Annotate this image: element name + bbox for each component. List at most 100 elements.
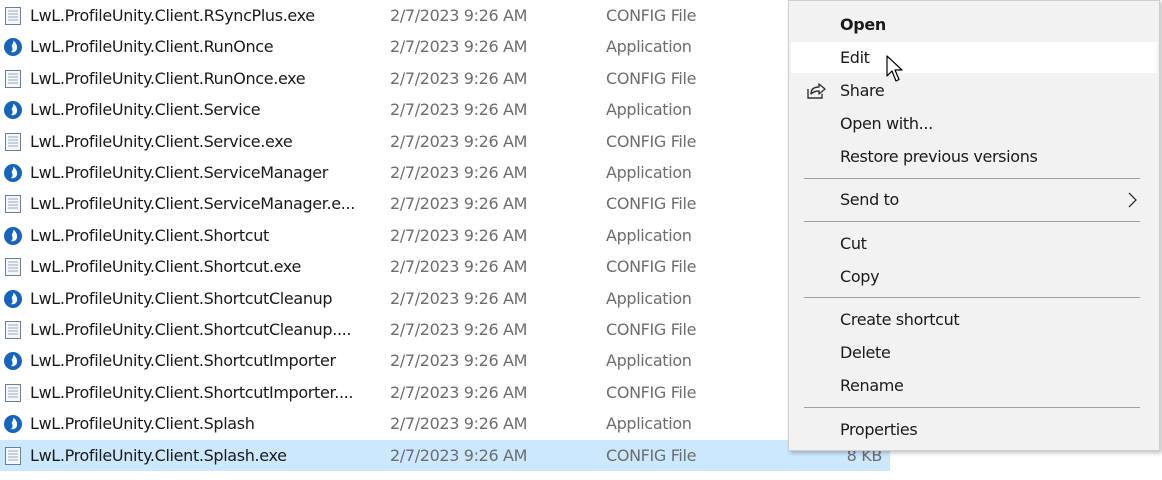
file-name: LwL.ProfileUnity.Client.Splash.exe: [30, 445, 287, 465]
file-date-modified: 2/7/2023 9:26 AM: [390, 131, 528, 151]
menu-item-send-to-label: Send to: [840, 190, 899, 209]
file-date-modified: 2/7/2023 9:26 AM: [390, 257, 528, 277]
file-type: CONFIG File: [606, 68, 697, 88]
file-name: LwL.ProfileUnity.Client.RunOnce: [30, 37, 274, 57]
menu-item-open-with[interactable]: Open with...: [791, 108, 1157, 139]
chevron-right-icon: [1128, 192, 1137, 208]
file-name: LwL.ProfileUnity.Client.ShortcutImporter: [30, 351, 336, 371]
file-type: Application: [606, 37, 692, 57]
menu-item-restore-previous-versions[interactable]: Restore previous versions: [791, 141, 1157, 172]
file-row[interactable]: LwL.ProfileUnity.Client.ServiceManager 2/…: [0, 157, 890, 188]
file-row[interactable]: LwL.ProfileUnity.Client.Splash 2/7/2023 9…: [0, 408, 890, 439]
menu-item-rename-label: Rename: [840, 376, 904, 395]
menu-separator: [804, 221, 1140, 222]
menu-item-create-shortcut[interactable]: Create shortcut: [791, 304, 1157, 335]
menu-separator: [804, 178, 1140, 179]
application-icon: [3, 414, 23, 434]
menu-item-open-with-label: Open with...: [840, 114, 933, 133]
file-name: LwL.ProfileUnity.Client.ServiceManager.e…: [30, 194, 355, 214]
file-row[interactable]: LwL.ProfileUnity.Client.ShortcutImporter…: [0, 345, 890, 376]
file-row[interactable]: LwL.ProfileUnity.Client.RunOnce.exe 2/7/2…: [0, 63, 890, 94]
menu-item-delete-label: Delete: [840, 343, 891, 362]
file-name: LwL.ProfileUnity.Client.Splash: [30, 414, 255, 434]
file-name: LwL.ProfileUnity.Client.ServiceManager: [30, 163, 328, 182]
config-file-icon: [3, 320, 23, 340]
file-row[interactable]: LwL.ProfileUnity.Client.Splash.exe 2/7/20…: [0, 439, 890, 471]
file-row[interactable]: LwL.ProfileUnity.Client.ShortcutImporter…: [0, 377, 890, 408]
file-row[interactable]: LwL.ProfileUnity.Client.ShortcutCleanup 2…: [0, 283, 890, 314]
menu-item-cut[interactable]: Cut: [791, 228, 1157, 259]
menu-item-rename[interactable]: Rename: [791, 370, 1157, 401]
application-icon: [3, 37, 23, 57]
menu-item-send-to[interactable]: Send to: [791, 184, 1157, 215]
menu-separator: [804, 297, 1140, 298]
file-row[interactable]: LwL.ProfileUnity.Client.RSyncPlus.exe 2/7…: [0, 0, 890, 31]
menu-item-copy-label: Copy: [840, 267, 880, 286]
menu-item-copy[interactable]: Copy: [791, 261, 1157, 292]
file-row[interactable]: LwL.ProfileUnity.Client.Service 2/7/2023 …: [0, 94, 890, 125]
menu-item-properties-label: Properties: [840, 420, 918, 439]
file-type: Application: [606, 288, 692, 308]
file-type: CONFIG File: [606, 131, 697, 151]
file-date-modified: 2/7/2023 9:26 AM: [390, 100, 528, 120]
file-name: LwL.ProfileUnity.Client.ShortcutCleanup.…: [30, 320, 352, 339]
share-icon: [807, 83, 826, 99]
application-icon: [3, 289, 23, 309]
menu-item-properties[interactable]: Properties: [791, 414, 1157, 445]
config-file-icon: [3, 446, 23, 466]
menu-item-edit-label: Edit: [840, 48, 870, 67]
file-name: LwL.ProfileUnity.Client.ShortcutCleanup: [30, 288, 333, 308]
file-date-modified: 2/7/2023 9:26 AM: [390, 163, 528, 182]
file-type: CONFIG File: [606, 6, 697, 25]
file-name: LwL.ProfileUnity.Client.Shortcut: [30, 225, 269, 245]
config-file-icon: [3, 194, 23, 214]
menu-item-share-label: Share: [840, 81, 885, 100]
file-date-modified: 2/7/2023 9:26 AM: [390, 6, 528, 25]
file-row[interactable]: LwL.ProfileUnity.Client.ShortcutCleanup.…: [0, 314, 890, 345]
menu-item-open-label: Open: [840, 15, 886, 34]
file-name: LwL.ProfileUnity.Client.Shortcut.exe: [30, 257, 302, 277]
file-date-modified: 2/7/2023 9:26 AM: [390, 414, 528, 434]
menu-item-cut-label: Cut: [840, 234, 867, 253]
menu-separator: [804, 407, 1140, 408]
file-type: CONFIG File: [606, 382, 697, 402]
file-row[interactable]: LwL.ProfileUnity.Client.Service.exe 2/7/2…: [0, 126, 890, 157]
file-row[interactable]: LwL.ProfileUnity.Client.Shortcut 2/7/2023…: [0, 220, 890, 251]
file-type: CONFIG File: [606, 445, 697, 465]
config-file-icon: [3, 257, 23, 277]
menu-item-edit[interactable]: Edit: [791, 42, 1157, 73]
file-date-modified: 2/7/2023 9:26 AM: [390, 194, 528, 214]
mouse-pointer-icon: [886, 55, 903, 82]
file-type: Application: [606, 163, 692, 182]
file-row[interactable]: LwL.ProfileUnity.Client.ServiceManager.e…: [0, 188, 890, 219]
file-type: CONFIG File: [606, 194, 697, 214]
file-row[interactable]: LwL.ProfileUnity.Client.Shortcut.exe 2/7/…: [0, 251, 890, 282]
file-type: CONFIG File: [606, 320, 697, 339]
file-date-modified: 2/7/2023 9:26 AM: [390, 225, 528, 245]
file-date-modified: 2/7/2023 9:26 AM: [390, 37, 528, 57]
menu-item-open[interactable]: Open: [791, 9, 1157, 40]
application-icon: [3, 163, 23, 183]
file-date-modified: 2/7/2023 9:26 AM: [390, 320, 528, 339]
config-file-icon: [3, 132, 23, 152]
file-date-modified: 2/7/2023 9:26 AM: [390, 68, 528, 88]
file-type: Application: [606, 414, 692, 434]
file-name: LwL.ProfileUnity.Client.Service.exe: [30, 131, 293, 151]
config-file-icon: [3, 6, 23, 26]
file-date-modified: 2/7/2023 9:26 AM: [390, 382, 528, 402]
file-type: Application: [606, 225, 692, 245]
file-list: LwL.ProfileUnity.Client.RSyncPlus.exe 2/7…: [0, 0, 900, 480]
file-type: CONFIG File: [606, 257, 697, 277]
application-icon: [3, 100, 23, 120]
file-date-modified: 2/7/2023 9:26 AM: [390, 288, 528, 308]
menu-item-create-shortcut-label: Create shortcut: [840, 310, 960, 329]
menu-item-delete[interactable]: Delete: [791, 337, 1157, 368]
context-menu: Open Edit Share Open with... Restore pre…: [788, 0, 1160, 451]
file-type: Application: [606, 100, 692, 120]
file-date-modified: 2/7/2023 9:26 AM: [390, 351, 528, 371]
file-type: Application: [606, 351, 692, 371]
application-icon: [3, 226, 23, 246]
menu-item-share[interactable]: Share: [791, 75, 1157, 106]
menu-item-restore-label: Restore previous versions: [840, 147, 1038, 166]
file-row[interactable]: LwL.ProfileUnity.Client.RunOnce 2/7/2023 …: [0, 31, 890, 62]
